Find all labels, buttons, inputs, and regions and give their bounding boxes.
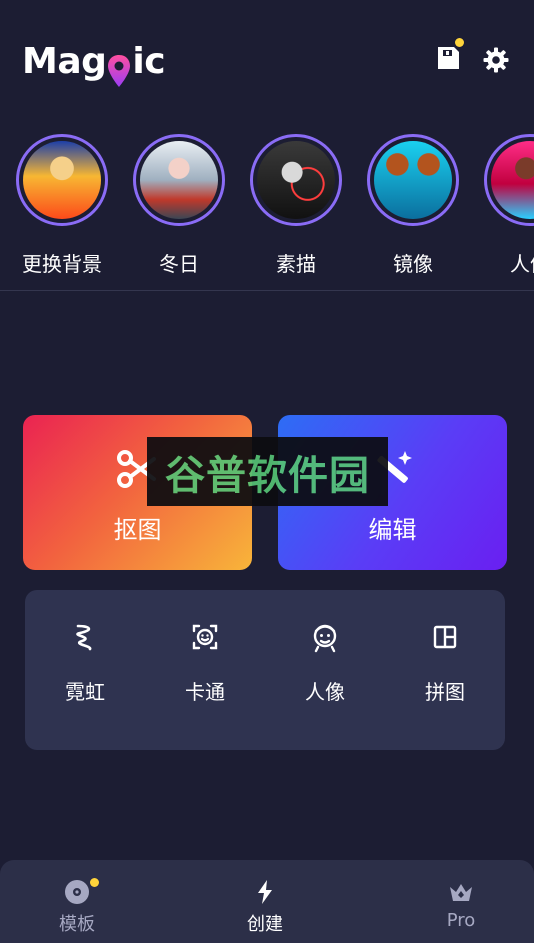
story-sketch[interactable]: 素描 <box>250 134 342 277</box>
story-thumbnail <box>257 141 335 219</box>
tool-cartoon[interactable]: 卡通 <box>150 620 260 705</box>
story-label: 更换背景 <box>22 252 102 276</box>
tool-collage[interactable]: 拼图 <box>390 620 500 705</box>
story-mirror[interactable]: 镜像 <box>367 134 459 277</box>
story-portrait[interactable]: 人像 <box>484 134 534 277</box>
tool-label: 霓虹 <box>65 680 105 704</box>
templates-notification-dot <box>90 878 99 887</box>
tool-label: 卡通 <box>185 680 225 704</box>
nav-create-label: 创建 <box>247 914 283 935</box>
nav-pro-label: Pro <box>446 910 476 931</box>
settings-icon[interactable] <box>482 46 510 74</box>
tool-neon[interactable]: 霓虹 <box>30 620 140 705</box>
header: Mag ic <box>0 0 534 118</box>
story-thumbnail <box>374 141 452 219</box>
logo-text-left: Mag <box>22 41 107 82</box>
portrait-icon <box>313 624 337 653</box>
watermark-text: 谷普软件园 <box>165 452 370 499</box>
effects-carousel[interactable]: 更换背景 冬日 素描 镜像 人像 <box>0 134 534 284</box>
tool-label: 拼图 <box>425 680 465 704</box>
cartoon-face-icon <box>192 624 218 650</box>
story-label: 冬日 <box>159 252 199 276</box>
story-label: 镜像 <box>393 252 433 276</box>
story-ring <box>484 134 534 226</box>
tool-portrait[interactable]: 人像 <box>270 620 380 705</box>
nav-templates[interactable]: 模板 <box>32 878 122 936</box>
app-logo: Mag ic <box>22 36 166 87</box>
story-ring <box>250 134 342 226</box>
nav-templates-label: 模板 <box>59 914 95 935</box>
story-thumbnail <box>140 141 218 219</box>
story-label: 人像 <box>510 252 534 276</box>
templates-disc-icon <box>65 880 89 904</box>
logo-text-right: ic <box>132 41 166 82</box>
watermark-overlay: 谷普软件园 <box>147 437 388 506</box>
section-divider <box>0 290 534 291</box>
nav-create[interactable]: 创建 <box>220 878 310 936</box>
edit-label: 编辑 <box>368 516 417 544</box>
story-winter[interactable]: 冬日 <box>133 134 225 277</box>
story-thumbnail <box>491 141 534 219</box>
nav-pro[interactable]: Pro <box>416 878 506 931</box>
logo-pin-icon <box>107 54 131 88</box>
story-change-background[interactable]: 更换背景 <box>16 134 108 277</box>
save-icon[interactable] <box>434 44 462 72</box>
collage-icon <box>433 625 457 649</box>
lightning-icon <box>258 880 272 904</box>
notification-dot <box>455 38 464 47</box>
story-thumbnail <box>23 141 101 219</box>
bottom-nav: 模板 创建 Pro <box>0 860 534 943</box>
tool-label: 人像 <box>305 680 345 704</box>
app-root: Mag ic 更换背景 冬日 素描 镜像 人 抠图 编辑 谷普软件园 霓虹 卡通… <box>0 0 534 943</box>
tools-panel: 霓虹 卡通 人像 拼图 <box>25 590 505 750</box>
cutout-label: 抠图 <box>113 516 162 544</box>
story-label: 素描 <box>276 252 316 276</box>
neon-icon <box>76 624 92 651</box>
story-ring <box>16 134 108 226</box>
story-ring <box>367 134 459 226</box>
story-ring <box>133 134 225 226</box>
crown-icon <box>450 884 472 901</box>
